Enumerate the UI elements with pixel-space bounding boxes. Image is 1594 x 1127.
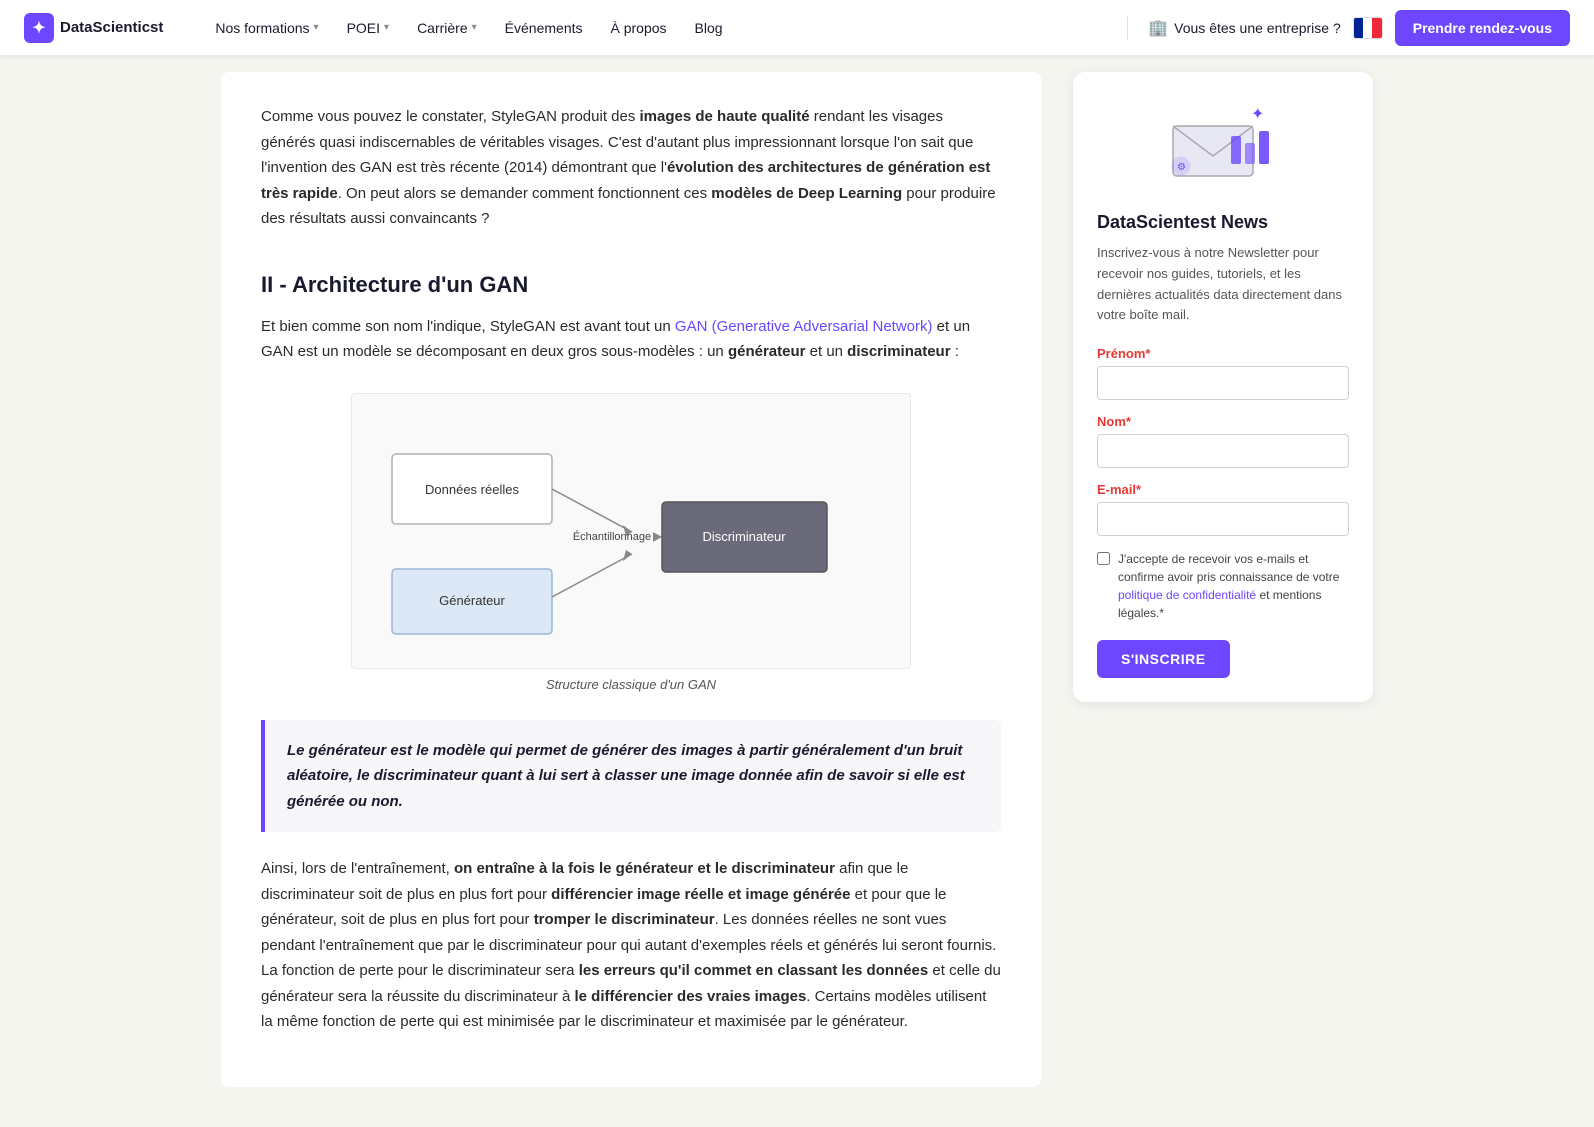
consent-checkbox[interactable] — [1097, 552, 1110, 565]
email-label: E-mail* — [1097, 482, 1349, 497]
enterprise-link[interactable]: 🏢 Vous êtes une entreprise ? — [1148, 18, 1340, 38]
navbar: ✦ DataScienticst Nos formations ▾ POEI ▾… — [0, 0, 1594, 56]
flag-white — [1363, 18, 1372, 38]
consent-label: J'accepte de recevoir vos e-mails et con… — [1118, 550, 1349, 622]
chevron-down-icon: ▾ — [314, 22, 319, 33]
gan-diagram: Données réelles Générateur Discriminateu… — [351, 393, 911, 669]
logo[interactable]: ✦ DataScienticst — [24, 13, 163, 43]
nom-input[interactable] — [1097, 434, 1349, 468]
newsletter-card: ✦ ⚙ DataScientest News Inscrivez-vous à … — [1073, 72, 1373, 702]
svg-text:Données réelles: Données réelles — [425, 482, 519, 497]
svg-text:⚙: ⚙ — [1177, 162, 1186, 173]
nom-label: Nom* — [1097, 414, 1349, 429]
svg-text:Échantillonnage: Échantillonnage — [573, 530, 651, 543]
email-input[interactable] — [1097, 502, 1349, 536]
chevron-down-icon: ▾ — [472, 22, 477, 33]
newsletter-illustration: ✦ ⚙ — [1097, 96, 1349, 196]
nom-field-group: Nom* — [1097, 414, 1349, 468]
section-intro: Et bien comme son nom l'indique, StyleGA… — [261, 314, 1001, 365]
logo-text: DataScienticst — [60, 19, 163, 36]
flag-blue — [1354, 18, 1363, 38]
page-wrapper: Comme vous pouvez le constater, StyleGAN… — [197, 0, 1397, 1127]
svg-text:Générateur: Générateur — [439, 593, 505, 608]
nav-nos-formations[interactable]: Nos formations ▾ — [203, 12, 330, 44]
enterprise-icon: 🏢 — [1148, 18, 1168, 38]
nav-evenements[interactable]: Événements — [493, 12, 595, 44]
section-title: II - Architecture d'un GAN — [261, 264, 1001, 298]
svg-text:Discriminateur: Discriminateur — [702, 529, 786, 544]
body-paragraph: Ainsi, lors de l'entraînement, on entraî… — [261, 856, 1001, 1035]
language-flag[interactable] — [1353, 17, 1383, 39]
privacy-link[interactable]: politique de confidentialité — [1118, 588, 1256, 602]
diagram-container: Données réelles Générateur Discriminateu… — [261, 393, 1001, 692]
svg-text:✦: ✦ — [1251, 106, 1264, 123]
highlight-block: Le générateur est le modèle qui permet d… — [261, 720, 1001, 833]
sidebar: ✦ ⚙ DataScientest News Inscrivez-vous à … — [1073, 72, 1373, 1087]
cta-button[interactable]: Prendre rendez-vous — [1395, 10, 1570, 46]
subscribe-button[interactable]: S'INSCRIRE — [1097, 640, 1230, 678]
prenom-field-group: Prénom* — [1097, 346, 1349, 400]
nav-a-propos[interactable]: À propos — [599, 12, 679, 44]
nav-carriere[interactable]: Carrière ▾ — [405, 12, 489, 44]
consent-row: J'accepte de recevoir vos e-mails et con… — [1097, 550, 1349, 622]
gan-link[interactable]: GAN (Generative Adversarial Network) — [675, 318, 933, 335]
logo-icon: ✦ — [24, 13, 54, 43]
nav-blog[interactable]: Blog — [683, 12, 735, 44]
nav-poei[interactable]: POEI ▾ — [335, 12, 402, 44]
nav-right: 🏢 Vous êtes une entreprise ? Prendre ren… — [1119, 10, 1570, 46]
main-content: Comme vous pouvez le constater, StyleGAN… — [221, 72, 1041, 1087]
sidebar-description: Inscrivez-vous à notre Newsletter pour r… — [1097, 243, 1349, 326]
nav-links: Nos formations ▾ POEI ▾ Carrière ▾ Événe… — [203, 12, 1119, 44]
email-field-group: E-mail* — [1097, 482, 1349, 536]
nav-divider — [1127, 16, 1128, 40]
highlight-text: Le générateur est le modèle qui permet d… — [287, 738, 979, 815]
intro-paragraph: Comme vous pouvez le constater, StyleGAN… — [261, 104, 1001, 232]
sidebar-title: DataScientest News — [1097, 212, 1349, 233]
prenom-label: Prénom* — [1097, 346, 1349, 361]
flag-red — [1372, 18, 1381, 38]
chevron-down-icon: ▾ — [384, 22, 389, 33]
prenom-input[interactable] — [1097, 366, 1349, 400]
diagram-caption: Structure classique d'un GAN — [546, 677, 716, 692]
